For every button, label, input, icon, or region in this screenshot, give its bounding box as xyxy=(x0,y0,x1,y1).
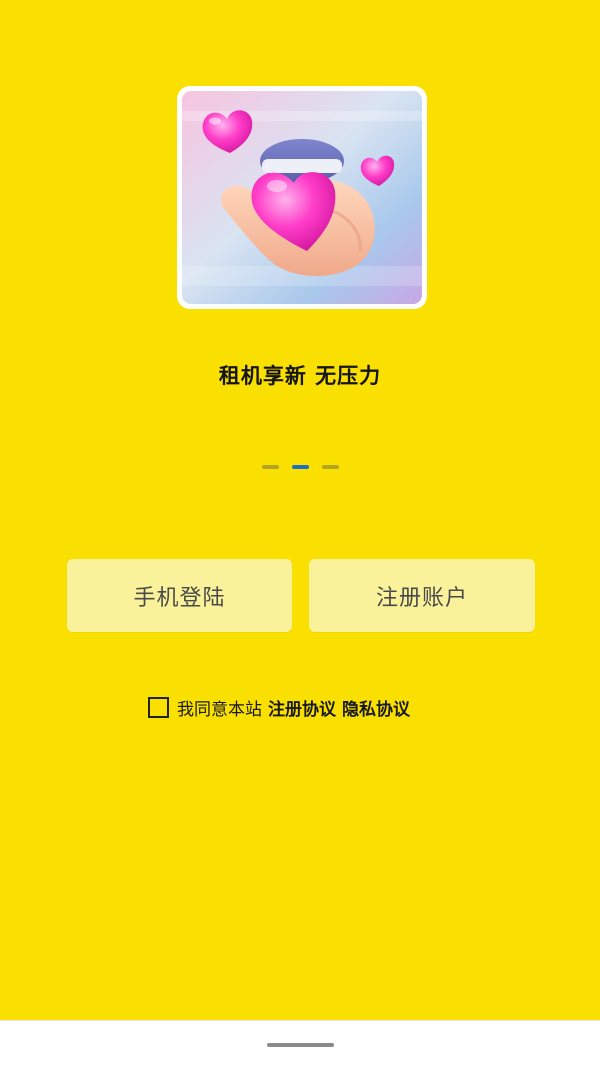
hero-illustration xyxy=(182,91,422,304)
register-agreement-link[interactable]: 注册协议 xyxy=(268,695,336,720)
onboarding-screen: 租机享新 无压力 手机登陆 注册账户 我同意本站 注册协议 隐私协议 xyxy=(0,0,600,1020)
onboarding-slogan: 租机享新 无压力 xyxy=(218,364,382,388)
page-dot-active[interactable] xyxy=(291,465,309,469)
register-account-button[interactable]: 注册账户 xyxy=(309,559,535,632)
agreement-row: 我同意本站 注册协议 隐私协议 xyxy=(148,695,410,720)
page-indicator xyxy=(0,465,600,469)
privacy-policy-link[interactable]: 隐私协议 xyxy=(342,695,410,720)
system-navigation-bar xyxy=(0,1020,600,1067)
phone-login-button[interactable]: 手机登陆 xyxy=(67,559,292,632)
page-dot[interactable] xyxy=(261,465,279,469)
page-dot[interactable] xyxy=(321,465,339,469)
agreement-prefix: 我同意本站 xyxy=(177,700,262,720)
agreement-checkbox[interactable] xyxy=(148,697,169,718)
hero-image-frame xyxy=(177,86,427,309)
home-indicator[interactable] xyxy=(267,1043,334,1047)
